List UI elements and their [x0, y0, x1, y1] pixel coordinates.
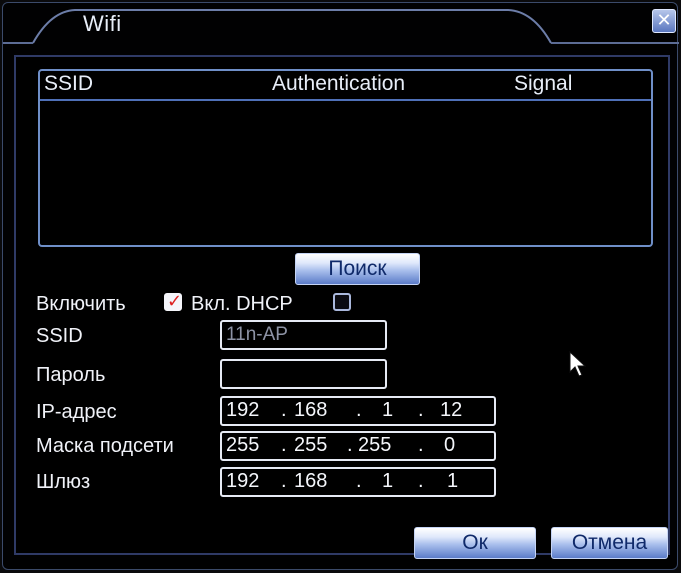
dot-separator: .: [281, 399, 287, 421]
enable-checkbox[interactable]: [164, 291, 182, 312]
settings-panel: SSID Authentication Signal Поиск Включит…: [14, 55, 670, 559]
cancel-button[interactable]: Отмена: [551, 527, 668, 559]
password-field[interactable]: [220, 359, 387, 389]
wifi-dialog: Wifi ✕ SSID Authentication Signal Поиск …: [2, 2, 679, 570]
gateway-field[interactable]: 192 . 168 . 1 . 1: [220, 467, 496, 497]
ssid-label: SSID: [36, 325, 83, 347]
dot-separator: .: [281, 434, 287, 456]
subnet-mask-field[interactable]: 255 . 255 . 255 . 0: [220, 431, 496, 461]
close-icon[interactable]: ✕: [652, 9, 676, 33]
dot-separator: .: [418, 434, 424, 456]
ip-octet[interactable]: 12: [440, 399, 462, 422]
ip-octet[interactable]: 1: [382, 399, 393, 422]
gateway-octet[interactable]: 168: [294, 470, 327, 493]
gateway-octet[interactable]: 1: [447, 470, 458, 493]
network-list[interactable]: SSID Authentication Signal: [38, 69, 653, 247]
dot-separator: .: [356, 470, 362, 492]
dot-separator: .: [418, 470, 424, 492]
mask-octet[interactable]: 255: [294, 434, 327, 457]
mask-octet[interactable]: 0: [444, 434, 455, 457]
dot-separator: .: [347, 434, 353, 456]
search-button[interactable]: Поиск: [295, 253, 420, 285]
dot-separator: .: [418, 399, 424, 421]
gateway-octet[interactable]: 1: [382, 470, 393, 493]
mouse-pointer-icon: [569, 351, 587, 377]
password-input[interactable]: [226, 362, 376, 386]
ssid-field[interactable]: [220, 320, 387, 350]
dot-separator: .: [356, 399, 362, 421]
column-authentication[interactable]: Authentication: [272, 72, 405, 96]
ssid-input[interactable]: [226, 323, 376, 347]
column-signal[interactable]: Signal: [514, 72, 572, 96]
title-bar: Wifi ✕: [3, 3, 679, 49]
password-label: Пароль: [36, 364, 106, 386]
ip-label: IP-адрес: [36, 401, 117, 423]
window-title: Wifi: [83, 11, 122, 36]
mask-octet[interactable]: 255: [358, 434, 391, 457]
network-list-header: SSID Authentication Signal: [40, 71, 651, 101]
enable-label: Включить: [36, 293, 126, 315]
dot-separator: .: [281, 470, 287, 492]
gateway-label: Шлюз: [36, 471, 91, 493]
ok-button[interactable]: Ок: [414, 527, 536, 559]
dhcp-checkbox[interactable]: [333, 293, 351, 311]
ip-octet[interactable]: 168: [294, 399, 327, 422]
ip-address-field[interactable]: 192 . 168 . 1 . 12: [220, 396, 496, 426]
gateway-octet[interactable]: 192: [226, 470, 259, 493]
dhcp-label: Вкл. DHCP: [191, 293, 293, 315]
column-ssid[interactable]: SSID: [44, 72, 93, 96]
mask-octet[interactable]: 255: [226, 434, 259, 457]
ip-octet[interactable]: 192: [226, 399, 259, 422]
subnet-mask-label: Маска подсети: [36, 435, 174, 457]
